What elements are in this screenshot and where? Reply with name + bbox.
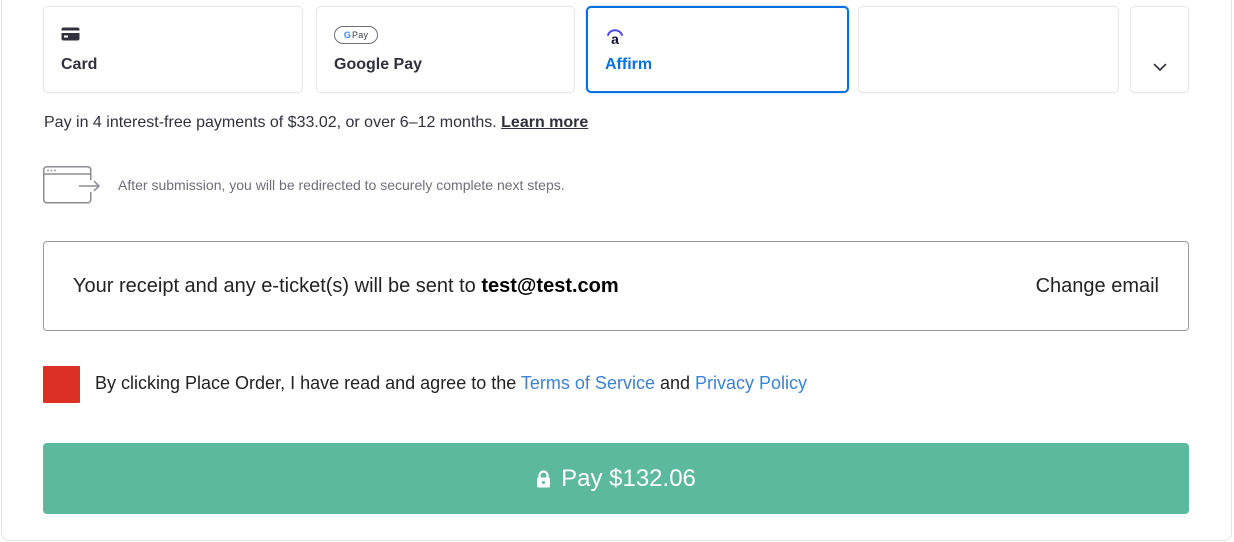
terms-prefix: By clicking Place Order, I have read and… xyxy=(95,373,521,393)
chevron-down-icon xyxy=(1153,59,1167,77)
lock-icon xyxy=(536,469,551,488)
receipt-email: test@test.com xyxy=(481,275,619,297)
receipt-text: Your receipt and any e-ticket(s) will be… xyxy=(73,275,619,298)
receipt-prefix: Your receipt and any e-ticket(s) will be… xyxy=(73,275,482,297)
credit-card-icon xyxy=(61,27,80,46)
affirm-info: Pay in 4 interest-free payments of $33.0… xyxy=(44,114,588,132)
tab-google-pay-label: Google Pay xyxy=(334,56,423,73)
terms-of-service-link[interactable]: Terms of Service xyxy=(521,373,655,393)
tab-affirm-label: Affirm xyxy=(605,56,653,73)
browser-redirect-icon xyxy=(43,166,103,211)
privacy-policy-link[interactable]: Privacy Policy xyxy=(695,373,807,393)
terms-and: and xyxy=(654,373,696,393)
affirm-info-text: Pay in 4 interest-free payments of $33.0… xyxy=(44,114,497,131)
pay-button-label: Pay $132.06 xyxy=(561,464,696,492)
tab-card[interactable]: Card xyxy=(43,6,303,93)
redirect-notice-text: After submission, you will be redirected… xyxy=(118,177,565,193)
learn-more-link[interactable]: Learn more xyxy=(501,114,588,131)
tab-google-pay[interactable]: G Pay Google Pay xyxy=(316,6,575,93)
tab-card-label: Card xyxy=(61,56,98,73)
terms-text: By clicking Place Order, I have read and… xyxy=(95,373,807,394)
tab-more-methods[interactable] xyxy=(1130,6,1189,93)
google-pay-icon: G Pay xyxy=(334,25,378,44)
pay-button[interactable]: Pay $132.06 xyxy=(43,443,1189,514)
terms-checkbox[interactable] xyxy=(43,366,80,403)
affirm-logo-icon: a xyxy=(605,27,625,52)
receipt-email-box: Your receipt and any e-ticket(s) will be… xyxy=(43,241,1189,331)
change-email-button[interactable]: Change email xyxy=(1036,275,1159,298)
tab-affirm[interactable]: a Affirm xyxy=(586,6,849,93)
svg-text:a: a xyxy=(611,31,619,47)
tab-empty[interactable] xyxy=(858,6,1119,93)
